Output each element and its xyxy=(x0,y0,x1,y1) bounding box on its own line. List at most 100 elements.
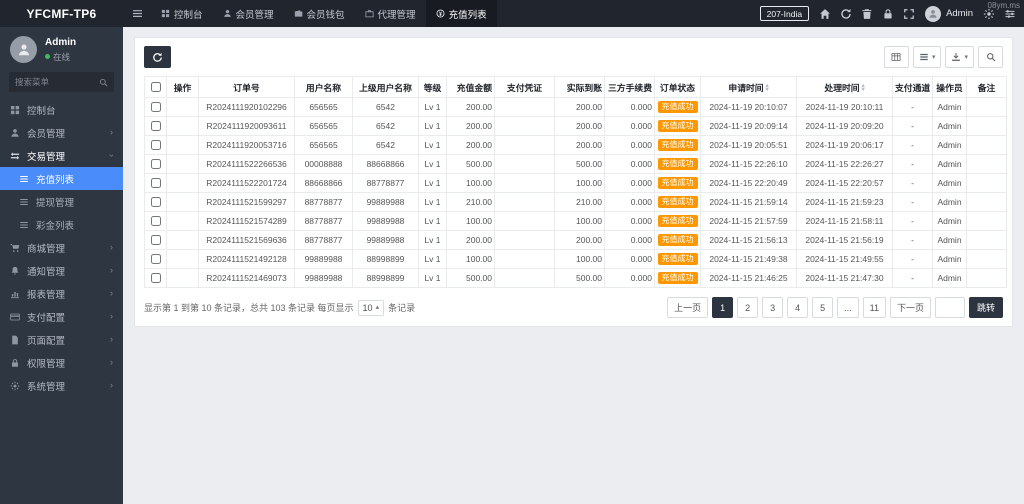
sidebar-item-withdraw-mgmt[interactable]: 提现管理 xyxy=(0,190,123,213)
cell-order-no: R2024111522201724 xyxy=(199,174,295,193)
cell-amount: 200.00 xyxy=(447,98,495,117)
cell-fee: 0.000 xyxy=(605,212,655,231)
table-row: R20241115214921289988998888998899Lv 1100… xyxy=(145,250,1007,269)
cell-parent-username: 88668866 xyxy=(353,155,419,174)
menu-toggle-button[interactable] xyxy=(123,0,151,27)
topnav-recharge-list[interactable]: 充值列表 xyxy=(426,0,497,27)
topnav-console[interactable]: 控制台 xyxy=(151,0,213,27)
sidebar-item-recharge-list[interactable]: 充值列表 xyxy=(0,167,123,190)
sidebar-item-notice-mgmt[interactable]: 通知管理› xyxy=(0,259,123,282)
trash-icon[interactable] xyxy=(861,8,873,20)
view-toggle-button[interactable] xyxy=(884,46,909,68)
sidebar-item-member-mgmt[interactable]: 会员管理› xyxy=(0,121,123,144)
cell-apply-time: 2024-11-15 21:57:59 xyxy=(701,212,797,231)
row-checkbox[interactable] xyxy=(151,102,161,112)
row-checkbox[interactable] xyxy=(151,216,161,226)
sidebar-item-pay-config[interactable]: 支付配置› xyxy=(0,305,123,328)
topbar: YFCMF-TP6 控制台会员管理会员钱包代理管理充值列表 207-India … xyxy=(0,0,1024,27)
status-badge: 充值成功 xyxy=(658,120,698,132)
sidebar-item-label: 交易管理 xyxy=(27,149,65,163)
row-checkbox[interactable] xyxy=(151,140,161,150)
page-button-3[interactable]: 3 xyxy=(762,297,783,318)
sidebar-item-console[interactable]: 控制台 xyxy=(0,98,123,121)
status-badge: 充值成功 xyxy=(658,177,698,189)
col-header-apply-time[interactable]: 申请时间▴▾ xyxy=(701,77,797,98)
cell-voucher xyxy=(495,250,555,269)
toolbar-right-buttons: ▾▾ xyxy=(884,46,1003,68)
menu-search-input[interactable] xyxy=(15,77,95,87)
table-icon xyxy=(891,52,901,62)
cell-username: 656565 xyxy=(295,136,353,155)
page-button-11[interactable]: 11 xyxy=(863,297,886,318)
cell-process-time: 2024-11-19 20:10:11 xyxy=(797,98,893,117)
row-checkbox[interactable] xyxy=(151,254,161,264)
records-info-text: 显示第 1 到第 10 条记录，总共 103 条记录 每页显示 xyxy=(144,301,354,314)
cell-operator: Admin xyxy=(933,212,967,231)
row-checkbox[interactable] xyxy=(151,121,161,131)
sidebar-item-perm-mgmt[interactable]: 权限管理› xyxy=(0,351,123,374)
row-checkbox[interactable] xyxy=(151,178,161,188)
page-button-1[interactable]: 1 xyxy=(712,297,733,318)
col-header-level: 等级 xyxy=(419,77,447,98)
app-logo[interactable]: YFCMF-TP6 xyxy=(0,0,123,27)
cell-parent-username: 6542 xyxy=(353,117,419,136)
search-icon[interactable] xyxy=(99,78,108,87)
sidebar-item-report-mgmt[interactable]: 报表管理› xyxy=(0,282,123,305)
fullscreen-icon[interactable] xyxy=(903,8,915,20)
row-checkbox[interactable] xyxy=(151,197,161,207)
page-jump-button[interactable]: 跳转 xyxy=(969,297,1003,318)
topnav-agent-mgmt[interactable]: 代理管理 xyxy=(355,0,426,27)
sidebar-item-mall-mgmt[interactable]: 商城管理› xyxy=(0,236,123,259)
page-jump-input[interactable] xyxy=(935,297,965,318)
cell-remark xyxy=(967,98,1007,117)
col-header-received: 实际到账 xyxy=(555,77,605,98)
cell-channel: - xyxy=(893,155,933,174)
cell-remark xyxy=(967,117,1007,136)
page-button-5[interactable]: 5 xyxy=(812,297,833,318)
cell-channel: - xyxy=(893,269,933,288)
cell-op xyxy=(167,269,199,288)
row-select-cell xyxy=(145,136,167,155)
page-button-4[interactable]: 4 xyxy=(787,297,808,318)
cell-voucher xyxy=(495,193,555,212)
sidebar-item-system-mgmt[interactable]: 系统管理› xyxy=(0,374,123,397)
refresh-icon[interactable] xyxy=(840,8,852,20)
topnav-member-wallet[interactable]: 会员钱包 xyxy=(284,0,355,27)
status-badge: 充值成功 xyxy=(658,196,698,208)
top-nav: 控制台会员管理会员钱包 代理管理充值列表 xyxy=(151,0,497,27)
row-checkbox[interactable] xyxy=(151,273,161,283)
topnav-label: 代理管理 xyxy=(378,7,416,21)
sidebar-item-trade-mgmt[interactable]: 交易管理› xyxy=(0,144,123,167)
cell-operator: Admin xyxy=(933,269,967,288)
row-select-cell xyxy=(145,269,167,288)
cell-parent-username: 6542 xyxy=(353,98,419,117)
site-selector-button[interactable]: 207-India xyxy=(760,6,809,21)
page-size-select[interactable]: 10 ▴ xyxy=(358,300,385,316)
table-search-button[interactable] xyxy=(978,46,1003,68)
lock-icon[interactable] xyxy=(882,8,894,20)
col-header-process-time[interactable]: 处理时间▴▾ xyxy=(797,77,893,98)
page-next-button[interactable]: 下一页 xyxy=(890,297,931,318)
sidebar-item-bonus-list[interactable]: 彩金列表 xyxy=(0,213,123,236)
refresh-button[interactable] xyxy=(144,46,171,68)
cell-apply-time: 2024-11-15 21:56:13 xyxy=(701,231,797,250)
row-select-cell xyxy=(145,155,167,174)
columns-button[interactable]: ▾ xyxy=(913,46,942,68)
select-all-checkbox[interactable] xyxy=(151,82,161,92)
page-prev-button[interactable]: 上一页 xyxy=(667,297,708,318)
home-icon[interactable] xyxy=(819,8,831,20)
col-header-username: 用户名称 xyxy=(295,77,353,98)
page-button-2[interactable]: 2 xyxy=(737,297,758,318)
admin-menu[interactable]: Admin xyxy=(925,6,973,22)
cell-status: 充值成功 xyxy=(655,174,701,193)
sidebar-item-page-config[interactable]: 页面配置› xyxy=(0,328,123,351)
admin-name: Admin xyxy=(946,8,973,19)
row-checkbox[interactable] xyxy=(151,159,161,169)
topnav-member-mgmt[interactable]: 会员管理 xyxy=(213,0,284,27)
chevron-right-icon: › xyxy=(110,266,113,275)
cell-op xyxy=(167,155,199,174)
cell-level: Lv 1 xyxy=(419,269,447,288)
cell-received: 500.00 xyxy=(555,269,605,288)
export-button[interactable]: ▾ xyxy=(945,46,974,68)
row-checkbox[interactable] xyxy=(151,235,161,245)
